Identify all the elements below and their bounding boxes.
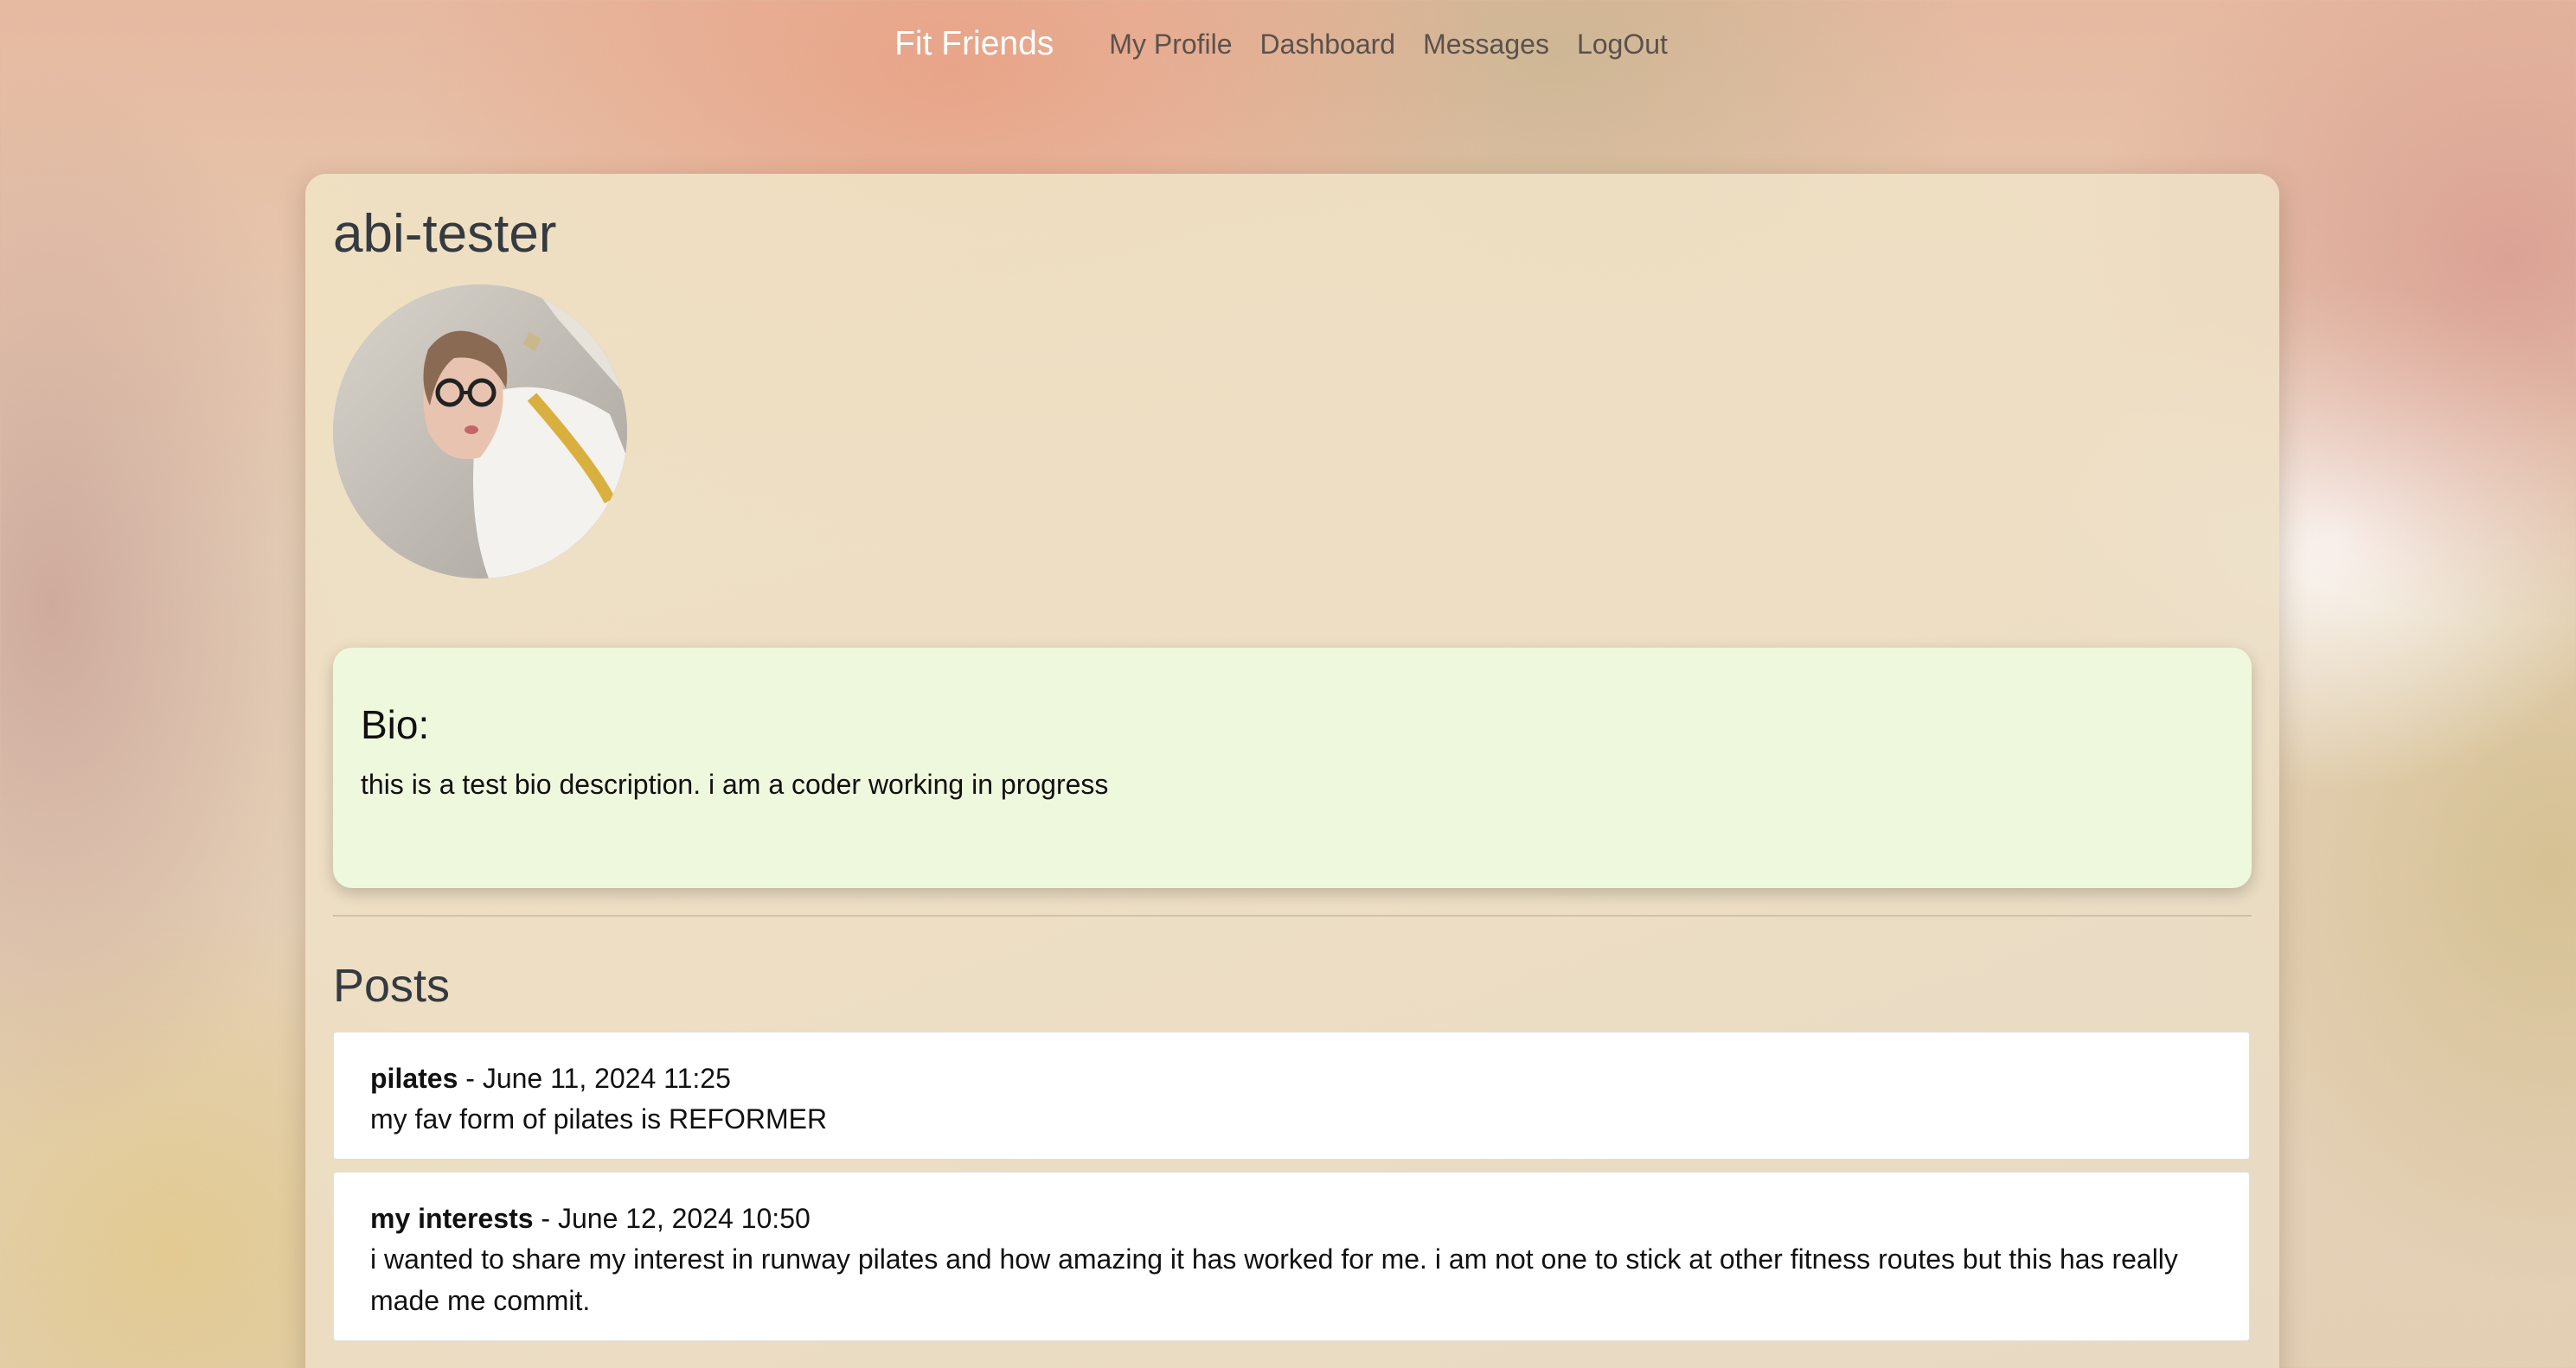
bio-text: this is a test bio description. i am a c… bbox=[361, 769, 1109, 800]
post-body: i wanted to share my interest in runway … bbox=[370, 1243, 2178, 1316]
post-header: my interests - June 12, 2024 10:50 bbox=[370, 1199, 2213, 1238]
post-header: pilates - June 11, 2024 11:25 bbox=[370, 1058, 2213, 1098]
avatar bbox=[333, 284, 627, 579]
posts-heading: Posts bbox=[333, 960, 451, 1012]
nav-link-messages[interactable]: Messages bbox=[1423, 29, 1549, 61]
post-date: June 12, 2024 10:50 bbox=[557, 1203, 811, 1234]
profile-card: abi-tester Bio: this is a test bio descr bbox=[305, 174, 2279, 1368]
post-title: pilates bbox=[370, 1063, 458, 1094]
post-title: my interests bbox=[370, 1203, 534, 1234]
top-navbar: Fit Friends My Profile Dashboard Message… bbox=[0, 0, 2576, 88]
post-item: my interests - June 12, 2024 10:50 i wan… bbox=[333, 1172, 2250, 1341]
bio-heading: Bio: bbox=[361, 702, 430, 747]
profile-username: abi-tester bbox=[333, 204, 557, 264]
nav-link-logout[interactable]: LogOut bbox=[1577, 29, 1668, 61]
section-divider bbox=[333, 915, 2252, 917]
post-separator: - bbox=[458, 1063, 483, 1094]
post-body: my fav form of pilates is REFORMER bbox=[370, 1103, 828, 1135]
nav-link-my-profile[interactable]: My Profile bbox=[1109, 29, 1232, 61]
brand-link[interactable]: Fit Friends bbox=[894, 25, 1054, 63]
post-separator: - bbox=[533, 1203, 558, 1234]
post-date: June 11, 2024 11:25 bbox=[482, 1063, 731, 1094]
nav-link-dashboard[interactable]: Dashboard bbox=[1260, 29, 1396, 61]
post-item: pilates - June 11, 2024 11:25 my fav for… bbox=[333, 1032, 2250, 1160]
bio-card: Bio: this is a test bio description. i a… bbox=[333, 648, 2252, 888]
avatar-photo bbox=[333, 284, 627, 579]
